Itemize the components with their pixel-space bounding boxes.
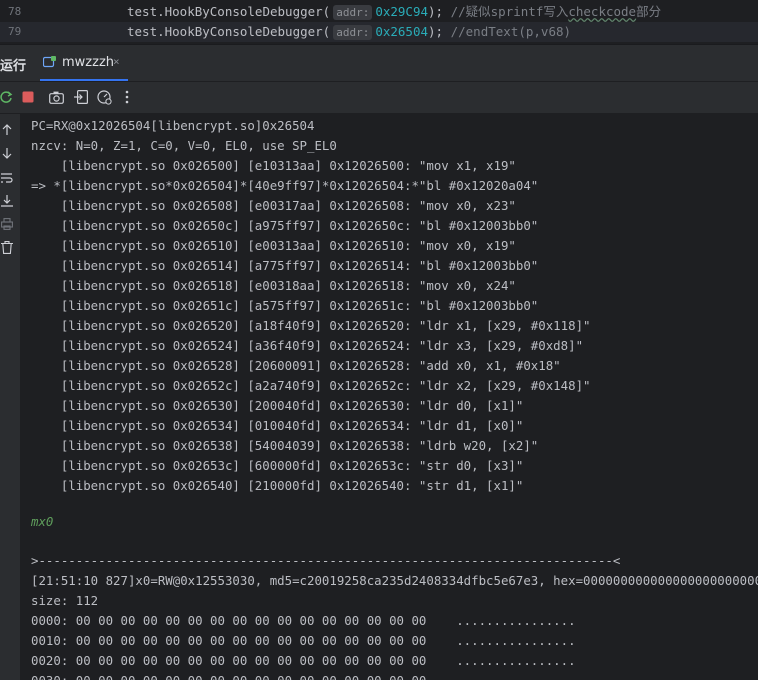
param-hint: addr: [333,25,373,40]
code-editor[interactable]: 78 test.HookByConsoleDebugger(addr: 0x29C… [0,0,758,44]
debug-meter-icon[interactable] [96,89,112,105]
code-call: test.HookByConsoleDebugger( [127,4,331,19]
console-separator: >---------------------------------------… [31,553,621,568]
console-line: [libencrypt.so 0x026524] [a36f40f9] 0x12… [31,338,584,353]
code-suffix: ); [428,24,444,39]
console-line: [libencrypt.so 0x026530] [200040fd] 0x12… [31,398,524,413]
close-icon[interactable]: × [113,55,120,68]
run-tool-window-header: 运行 mwzzzh × [0,45,758,82]
console-line-current: => *[libencrypt.so*0x026504]*[40e9ff97]*… [31,178,539,193]
console-line: [21:51:10 827]x0=RW@0x12553030, md5=c200… [31,573,758,588]
code-comment: //endText(p,v68) [450,24,572,39]
print-icon[interactable] [0,216,14,232]
console-user-input: mx0 [31,514,54,529]
console-line: [libencrypt.so 0x026534] [010040fd] 0x12… [31,418,524,433]
run-config-icon [43,56,56,68]
console-line: PC=RX@0x12026504[libencrypt.so]0x26504 [31,118,315,133]
soft-wrap-icon[interactable] [0,170,14,186]
comment-tail: 部分 [636,4,662,19]
hexdump-row: 0010: 00 00 00 00 00 00 00 00 00 00 00 0… [31,633,576,648]
console-line: [libencrypt.so 0x026500] [e10313aa] 0x12… [31,158,516,173]
console-line: [libencrypt.so 0x026538] [54004039] 0x12… [31,438,539,453]
code-suffix: ); [428,4,444,19]
tab-mwzzzh[interactable]: mwzzzh × [40,45,128,81]
trash-icon[interactable] [0,239,14,255]
code-text: test.HookByConsoleDebugger(addr: 0x26504)… [127,22,571,42]
code-arg: 0x29C94 [375,4,429,19]
code-line-79[interactable]: 79 test.HookByConsoleDebugger(addr: 0x265… [0,22,758,42]
comment-typo-word: checkcode [568,4,637,19]
rerun-icon[interactable] [0,89,14,105]
more-icon[interactable] [119,89,135,105]
hexdump-row: 0020: 00 00 00 00 00 00 00 00 00 00 00 0… [31,653,576,668]
console-line: [libencrypt.so 0x026520] [a18f40f9] 0x12… [31,318,591,333]
tab-label: mwzzzh [62,55,115,70]
param-hint: addr: [333,5,373,20]
scroll-end-icon[interactable] [0,193,14,209]
camera-icon[interactable] [48,89,64,105]
console-line: [libencrypt.so 0x026518] [e00318aa] 0x12… [31,278,516,293]
console-line: [libencrypt.so 0x02652c] [a2a740f9] 0x12… [31,378,591,393]
console-line: [libencrypt.so 0x026540] [210000fd] 0x12… [31,478,524,493]
console-line: [libencrypt.so 0x02651c] [a575ff97] 0x12… [31,298,539,313]
hexdump-row: 0000: 00 00 00 00 00 00 00 00 00 00 00 0… [31,613,576,628]
comment-text: //疑似sprintf写入 [450,4,569,19]
line-number: 78 [8,5,22,18]
code-line-78[interactable]: 78 test.HookByConsoleDebugger(addr: 0x29C… [0,2,758,22]
console-line: nzcv: N=0, Z=1, C=0, V=0, EL0, use SP_EL… [31,138,337,153]
console-output[interactable]: PC=RX@0x12026504[libencrypt.so]0x26504 n… [21,114,758,680]
arrow-down-icon[interactable] [0,145,14,161]
active-tab-indicator [40,79,128,81]
console-line: [libencrypt.so 0x026528] [20600091] 0x12… [31,358,561,373]
arrow-up-icon[interactable] [0,122,14,138]
exit-icon[interactable] [73,89,89,105]
line-number: 79 [8,25,22,38]
console-line: [libencrypt.so 0x02653c] [600000fd] 0x12… [31,458,524,473]
console-side-toolbar [0,114,21,680]
code-text: test.HookByConsoleDebugger(addr: 0x29C94)… [127,2,661,22]
console-toolbar [0,82,758,114]
console-line: [libencrypt.so 0x02650c] [a975ff97] 0x12… [31,218,539,233]
stop-icon[interactable] [20,89,36,105]
tool-window-title: 运行 [0,59,27,74]
code-comment: //疑似sprintf写入checkcode部分 [451,4,661,19]
hexdump-row: 0030: 00 00 00 00 00 00 00 00 00 00 00 0… [31,671,576,680]
console-line: [libencrypt.so 0x026514] [a775ff97] 0x12… [31,258,539,273]
code-call: test.HookByConsoleDebugger( [127,24,331,39]
code-arg: 0x26504 [375,24,429,39]
console-line: [libencrypt.so 0x026510] [e00313aa] 0x12… [31,238,516,253]
console-line: [libencrypt.so 0x026508] [e00317aa] 0x12… [31,198,516,213]
console-line: size: 112 [31,593,99,608]
